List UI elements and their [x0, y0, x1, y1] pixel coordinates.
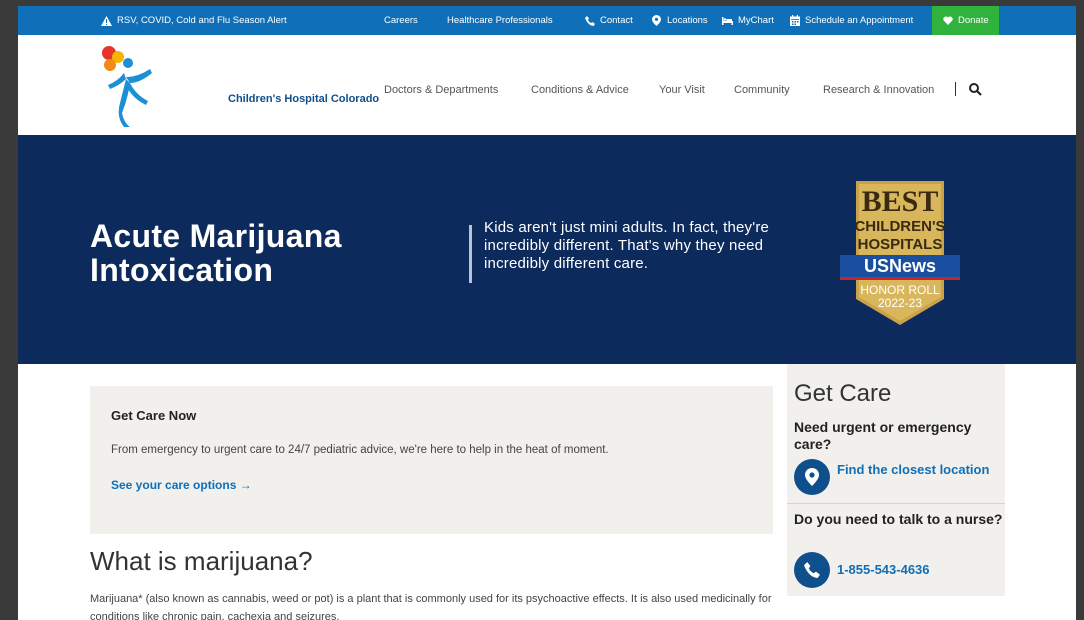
logo-text: Children's Hospital Colorado	[228, 93, 380, 105]
calendar-icon	[789, 15, 800, 26]
contact-link[interactable]: Contact	[584, 6, 633, 35]
section-paragraph: Marijuana* (also known as cannabis, weed…	[90, 593, 772, 620]
nav-community[interactable]: Community	[734, 84, 790, 96]
nav-your-visit[interactable]: Your Visit	[659, 84, 705, 96]
schedule-link[interactable]: Schedule an Appointment	[789, 6, 913, 35]
hero-quote: Kids aren't just mini adults. In fact, t…	[484, 219, 770, 272]
quote-bar	[469, 225, 472, 283]
badge-best: BEST	[862, 185, 939, 218]
sidebar-question-urgent: Need urgent or emergency care?	[794, 419, 972, 452]
us-news-badge: BEST CHILDREN'S HOSPITALS USNews HONOR R…	[840, 181, 960, 325]
find-location-link[interactable]: Find the closest location	[837, 462, 997, 478]
heart-icon	[942, 15, 953, 26]
contact-label: Contact	[600, 15, 633, 26]
utility-bar: RSV, COVID, Cold and Flu Season Alert Ca…	[18, 6, 1076, 35]
sidebar-divider	[787, 503, 1005, 504]
schedule-label: Schedule an Appointment	[805, 15, 914, 26]
sidebar-heading: Get Care	[794, 380, 892, 407]
mychart-label: MyChart	[738, 15, 774, 26]
browser-page: RSV, COVID, Cold and Flu Season Alert Ca…	[18, 6, 1076, 620]
care-card-title: Get Care Now	[111, 408, 197, 423]
careers-link[interactable]: Careers	[384, 6, 418, 35]
phone-icon	[584, 15, 595, 26]
badge-hospitals: HOSPITALS	[858, 236, 943, 253]
site-header: Children's Hospital Colorado Doctors & D…	[18, 35, 1076, 135]
care-options-link[interactable]: See your care options →	[111, 478, 252, 492]
donate-button[interactable]: Donate	[932, 6, 999, 35]
phone-icon	[794, 552, 830, 588]
page-title: Acute Marijuana Intoxication	[90, 218, 342, 288]
hero-banner: Acute Marijuana Intoxication Kids aren't…	[18, 135, 1076, 364]
locations-label: Locations	[667, 15, 708, 26]
nav-conditions-advice[interactable]: Conditions & Advice	[531, 84, 629, 96]
location-pin-icon	[651, 15, 662, 26]
locations-link[interactable]: Locations	[651, 6, 708, 35]
nav-divider	[955, 82, 956, 96]
nav-research-innovation[interactable]: Research & Innovation	[823, 84, 934, 96]
mychart-link[interactable]: MyChart	[722, 6, 774, 35]
nav-doctors-departments[interactable]: Doctors & Departments	[384, 84, 498, 96]
badge-honor-roll: HONOR ROLL	[860, 283, 940, 297]
badge-year: 2022-23	[878, 296, 922, 310]
alert-link[interactable]: RSV, COVID, Cold and Flu Season Alert	[101, 6, 287, 35]
sidebar-question-nurse: Do you need to talk to a nurse?	[794, 511, 1003, 527]
donate-label: Donate	[958, 15, 989, 26]
care-card-description: From emergency to urgent care to 24/7 pe…	[111, 444, 609, 456]
badge-brand: USNews	[864, 256, 936, 276]
nurse-phone-link[interactable]: 1-855-543-4636	[837, 562, 930, 578]
alert-label: RSV, COVID, Cold and Flu Season Alert	[117, 15, 287, 26]
badge-childrens: CHILDREN'S	[854, 218, 945, 235]
logo-figure-icon	[102, 46, 152, 127]
search-icon[interactable]	[968, 82, 984, 98]
logo[interactable]: Children's Hospital Colorado	[100, 43, 379, 129]
bed-icon	[722, 15, 733, 26]
get-care-now-card: Get Care Now From emergency to urgent ca…	[90, 386, 773, 534]
location-pin-icon	[794, 459, 830, 495]
healthcare-professionals-link[interactable]: Healthcare Professionals	[447, 6, 553, 35]
section-heading: What is marijuana?	[90, 546, 313, 576]
get-care-sidebar: Get Care Need urgent or emergency care? …	[787, 364, 1005, 596]
warning-icon	[101, 15, 112, 26]
